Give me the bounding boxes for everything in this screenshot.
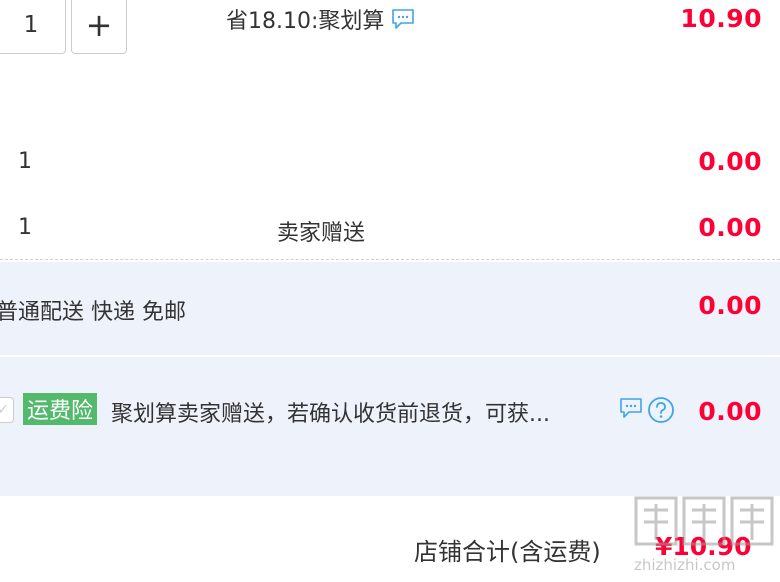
promo-label: 省18.10:聚划算 — [226, 3, 417, 37]
gift-2-label: 卖家赠送 — [277, 221, 366, 246]
store-total-label: 店铺合计(含运费) — [414, 538, 601, 566]
promo-text: 省18.10:聚划算 — [226, 9, 385, 34]
message-icon[interactable] — [391, 7, 417, 37]
insurance-description: 聚划算卖家赠送，若确认收货前退货，可获... — [111, 402, 550, 427]
svg-text:zhizhizhi.com: zhizhizhi.com — [634, 556, 735, 574]
shipping-method[interactable]: 普通配送 快递 免邮 — [0, 294, 186, 326]
item-price: 10.90 — [680, 4, 762, 33]
section-divider — [0, 355, 780, 357]
insurance-price: 0.00 — [698, 397, 762, 426]
gift-2-price: 0.00 — [698, 213, 762, 242]
watermark-logo: zhizhizhi.com — [628, 492, 778, 578]
gift-1-price: 0.00 — [698, 147, 762, 176]
insurance-tag: 运费险 — [23, 393, 98, 425]
gift-1-quantity: 1 — [18, 149, 32, 174]
dashed-divider — [0, 259, 780, 260]
gift-2-quantity: 1 — [18, 215, 32, 240]
help-icon[interactable] — [647, 396, 675, 428]
quantity-field[interactable]: 1 — [0, 0, 66, 54]
shipping-price: 0.00 — [698, 291, 762, 320]
message-icon[interactable] — [619, 396, 645, 424]
insurance-checkbox[interactable]: ✓ — [0, 397, 14, 423]
increment-button[interactable]: + — [71, 0, 127, 54]
